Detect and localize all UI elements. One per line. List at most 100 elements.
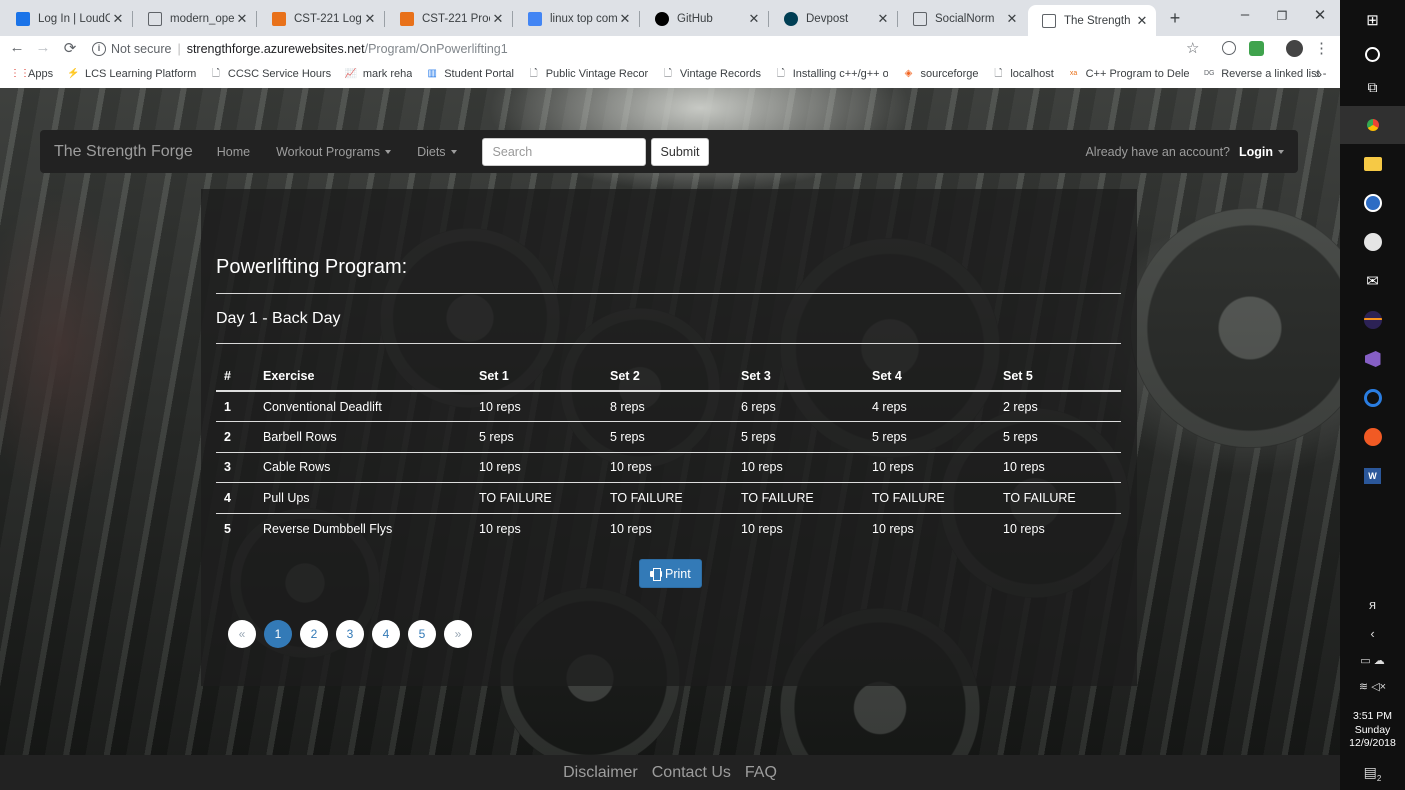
system-clock[interactable]: 3:51 PM Sunday 12/9/2018 <box>1340 710 1405 751</box>
nav-workout-programs-dropdown[interactable]: Workout Programs <box>276 145 392 159</box>
browser-tab[interactable]: The Strength For✕ <box>1028 5 1156 36</box>
reload-icon[interactable]: ⟳ <box>60 39 80 57</box>
bookmark-item[interactable]: 🗋 Public Vintage Recor <box>528 68 648 80</box>
footer-faq-link[interactable]: FAQ <box>745 764 777 782</box>
vpn-globe-icon[interactable] <box>1340 184 1405 222</box>
new-tab-icon[interactable]: + <box>1166 8 1184 29</box>
menu-dots-icon[interactable]: ⋮ <box>1314 39 1329 57</box>
divider <box>216 293 1121 294</box>
login-dropdown[interactable]: Login <box>1239 145 1284 159</box>
search-input[interactable] <box>481 137 646 166</box>
bookmark-item[interactable]: ▥ Student Portal <box>426 68 513 80</box>
print-label: Print <box>665 566 691 581</box>
close-tab-icon[interactable]: ✕ <box>490 11 506 27</box>
more-bookmarks-icon[interactable]: » <box>1315 67 1322 81</box>
back-icon[interactable]: ← <box>7 39 27 56</box>
close-tab-icon[interactable]: ✕ <box>617 11 633 27</box>
word-icon[interactable]: W <box>1340 457 1405 495</box>
bookmark-label: Reverse a linked list - <box>1221 68 1327 80</box>
start-windows-icon[interactable]: ⊞ <box>1340 1 1405 39</box>
close-tab-icon[interactable]: ✕ <box>875 11 891 27</box>
browser-toolbar: ← → ⟳ i Not secure | strengthforge.azure… <box>0 36 1340 62</box>
bookmark-item[interactable]: ⋮⋮ Apps <box>10 68 53 80</box>
close-tab-icon[interactable]: ✕ <box>110 11 126 27</box>
browser-tab[interactable]: GitHub ✕ <box>641 5 768 32</box>
bookmark-item[interactable]: DG Reverse a linked list - <box>1203 68 1326 80</box>
close-tab-icon[interactable]: ✕ <box>362 11 378 27</box>
browser-tab[interactable]: Devpost ✕ <box>770 5 897 32</box>
row-number: 2 <box>216 421 255 452</box>
notification-center-icon[interactable]: ▤2 <box>1340 764 1405 783</box>
bookmark-item[interactable]: xa C++ Program to Dele <box>1068 68 1189 80</box>
bookmark-item[interactable]: 📈 mark reha <box>345 68 412 80</box>
day-title: Day 1 - Back Day <box>216 310 341 327</box>
visual-studio-icon[interactable] <box>1340 340 1405 378</box>
xa-icon: xa <box>1069 70 1078 77</box>
nav-home[interactable]: Home <box>217 145 250 159</box>
pagination-page-5[interactable]: 5 <box>408 620 436 648</box>
page-background: The Strength Forge Home Workout Programs… <box>0 88 1340 755</box>
eclipse-icon[interactable] <box>1340 301 1405 339</box>
orange-square-icon <box>272 11 286 26</box>
minimize-icon[interactable]: – <box>1230 6 1260 23</box>
profile-avatar[interactable] <box>1286 40 1303 57</box>
close-tab-icon[interactable]: ✕ <box>1134 13 1150 29</box>
pagination-page-1[interactable]: 1 <box>264 620 292 648</box>
app-orange-icon[interactable] <box>1340 418 1405 456</box>
browser-tab[interactable]: Log In | LoudClo✕ <box>2 5 132 32</box>
task-view-icon[interactable]: ⧉ <box>1340 68 1405 106</box>
footer-disclaimer-link[interactable]: Disclaimer <box>563 764 638 782</box>
close-tab-icon[interactable]: ✕ <box>746 11 762 27</box>
browser-tab[interactable]: SocialNorm ✕ <box>899 5 1026 32</box>
brand-link[interactable]: The Strength Forge <box>54 143 193 161</box>
browser-tab[interactable]: CST-221 Login M✕ <box>258 5 384 32</box>
restore-icon[interactable]: ❐ <box>1267 9 1297 23</box>
file-explorer-icon[interactable] <box>1340 145 1405 183</box>
bookmark-item[interactable]: 🗋 Vintage Records <box>662 68 761 80</box>
browser-tab[interactable]: CST-221 Process✕ <box>386 5 512 32</box>
browser-tab[interactable]: modern_operatin✕ <box>134 5 256 32</box>
page-icon: 🗋 <box>776 68 785 79</box>
row-number: 5 <box>216 512 255 544</box>
github-desktop-icon[interactable] <box>1340 223 1405 261</box>
extension-icon[interactable] <box>1222 41 1236 55</box>
bookmark-star-icon[interactable]: ☆ <box>1186 39 1199 57</box>
people-icon[interactable]: ᴙ <box>1340 597 1405 612</box>
tab-separator <box>897 11 898 27</box>
forward-icon[interactable]: → <box>33 39 53 56</box>
set-value: 5 reps <box>995 421 1121 452</box>
column-header: Set 5 <box>995 361 1121 392</box>
tab-separator <box>256 11 257 27</box>
app-blue-icon[interactable] <box>1340 379 1405 417</box>
mail-icon[interactable]: ✉ <box>1340 262 1405 300</box>
bookmark-label: Installing c++/g++ o <box>792 68 889 80</box>
search-submit-button[interactable]: Submit <box>650 137 710 166</box>
account-prompt: Already have an account? <box>1085 144 1230 159</box>
chrome-taskbar-icon[interactable] <box>1340 106 1405 144</box>
battery-icon[interactable]: ▭ ☁ <box>1340 654 1405 667</box>
close-window-icon[interactable]: ✕ <box>1305 6 1335 24</box>
green-extension-icon[interactable] <box>1249 41 1264 56</box>
close-tab-icon[interactable]: ✕ <box>234 11 250 27</box>
pagination-page-4[interactable]: 4 <box>372 620 400 648</box>
pagination-page-3[interactable]: 3 <box>336 620 364 648</box>
close-tab-icon[interactable]: ✕ <box>1004 11 1020 27</box>
print-button[interactable]: Print <box>639 559 702 588</box>
info-icon[interactable]: i <box>92 42 106 56</box>
nav-diets-dropdown[interactable]: Diets <box>417 145 457 159</box>
bookmark-item[interactable]: 🗋 CCSC Service Hours <box>210 68 331 80</box>
bookmark-item[interactable]: 🗋 localhost <box>992 68 1053 80</box>
wifi-icon[interactable]: ≋ ◁× <box>1340 680 1405 693</box>
pagination-next[interactable]: » <box>444 620 472 648</box>
pagination-prev[interactable]: « <box>228 620 256 648</box>
browser-tab[interactable]: linux top comma✕ <box>514 5 639 32</box>
column-header: Set 2 <box>602 361 733 392</box>
pagination-page-2[interactable]: 2 <box>300 620 328 648</box>
chevron-left-icon[interactable]: ‹ <box>1340 626 1405 641</box>
bookmark-item[interactable]: ⚡ LCS Learning Platform <box>67 68 196 80</box>
bookmark-item[interactable]: ◈ sourceforge <box>902 68 979 80</box>
footer-contact-link[interactable]: Contact Us <box>652 764 731 782</box>
address-bar[interactable]: i Not secure | strengthforge.azurewebsit… <box>92 38 1242 60</box>
set-value: 10 reps <box>602 512 733 544</box>
bookmark-item[interactable]: 🗋 Installing c++/g++ o <box>775 68 889 80</box>
